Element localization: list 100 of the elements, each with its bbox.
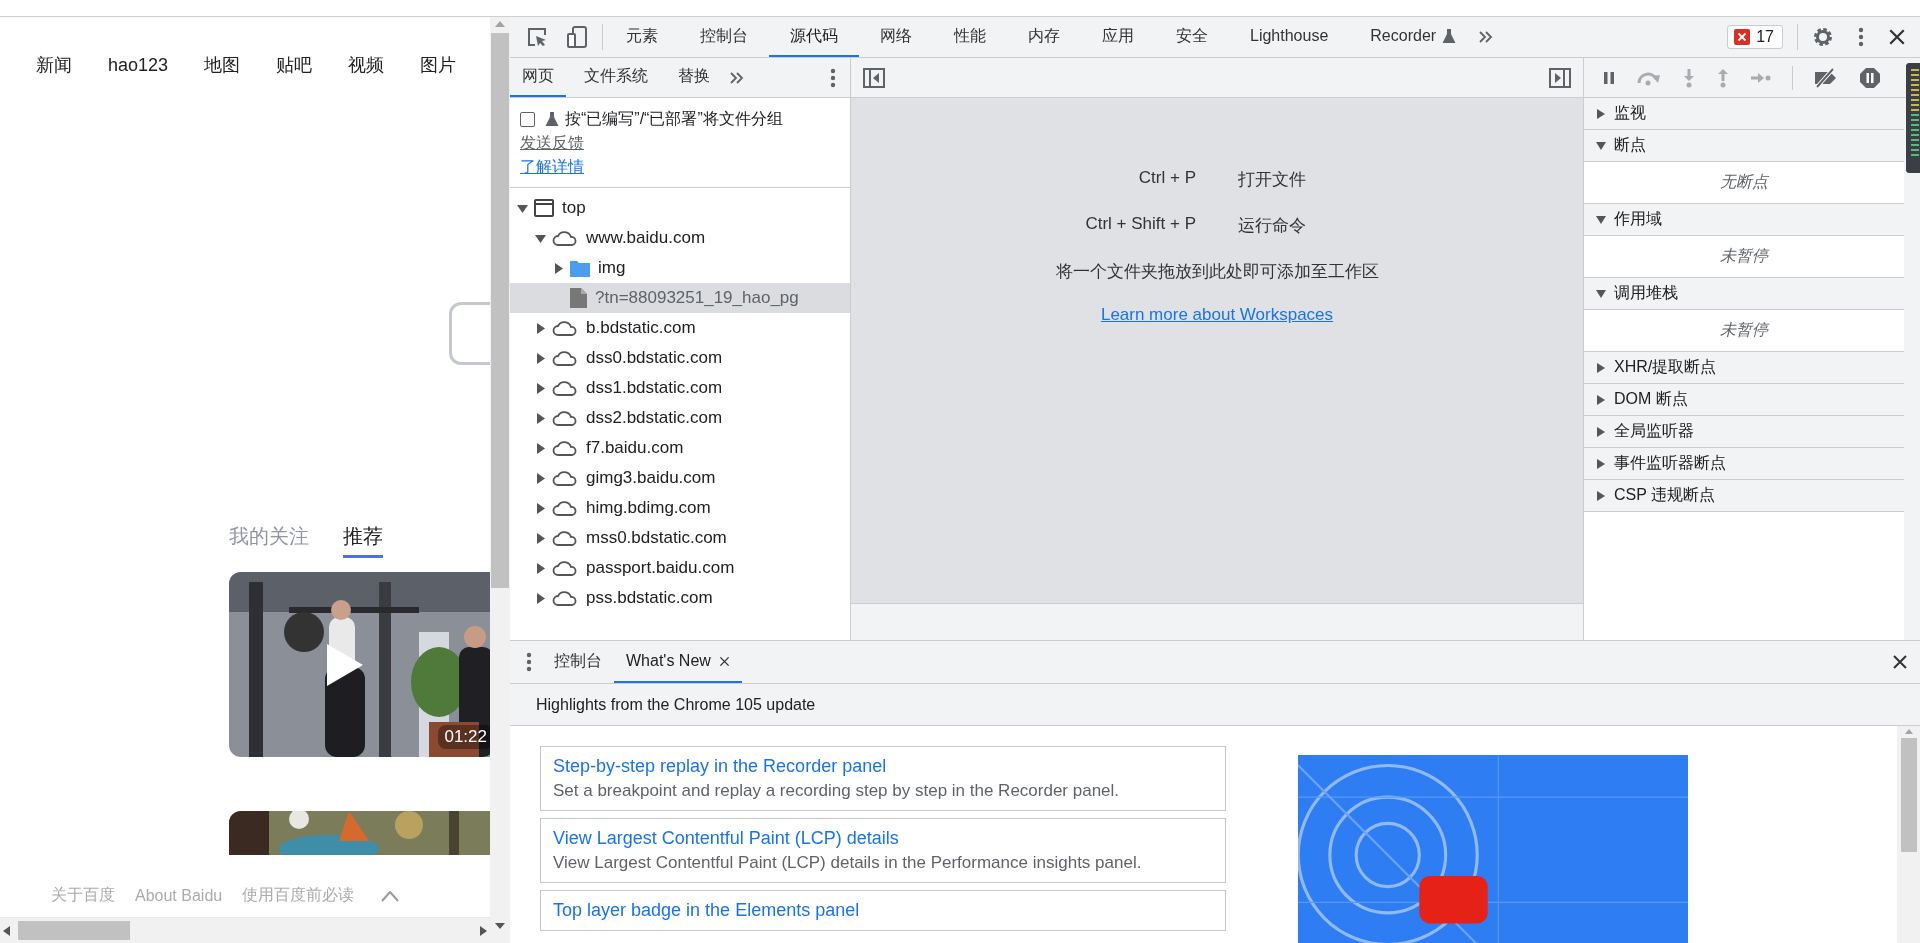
error-count-badge[interactable]: 17 (1727, 25, 1783, 49)
vertical-scrollbar[interactable] (1897, 726, 1920, 943)
tree-item[interactable]: pss.bdstatic.com (510, 583, 850, 613)
feature-card[interactable]: View Largest Contentful Paint (LCP) details View Largest Contentful Paint (LCP) details in the Performance insights panel. (540, 818, 1226, 883)
expand-arrow-icon[interactable] (1596, 394, 1606, 405)
feature-card[interactable]: Step-by-step replay in the Recorder panel Set a breakpoint and replay a recording step by step in the Recorder panel. (540, 746, 1226, 811)
collapse-arrow-icon[interactable] (516, 202, 528, 214)
horizontal-scrollbar[interactable] (0, 917, 490, 943)
nav-link[interactable]: 贴吧 (276, 54, 313, 76)
feature-title[interactable]: Step-by-step replay in the Recorder panel (553, 754, 1213, 778)
pause-icon[interactable] (1602, 70, 1616, 85)
expand-arrow-icon[interactable] (552, 262, 564, 274)
nav-link[interactable]: 视频 (348, 54, 385, 76)
more-tabs-icon[interactable] (728, 69, 744, 86)
expand-arrow-icon[interactable] (534, 352, 546, 364)
expand-arrow-icon[interactable] (534, 412, 546, 424)
expand-arrow-icon[interactable] (534, 322, 546, 334)
feed-tab[interactable]: 推荐 (343, 523, 383, 558)
collapse-arrow-icon[interactable] (1596, 288, 1606, 299)
nav-link[interactable]: 图片 (420, 54, 457, 76)
more-options-icon[interactable] (830, 67, 836, 88)
deactivate-breakpoints-icon[interactable] (1813, 67, 1839, 88)
panel-tab[interactable]: 应用 (1081, 17, 1155, 57)
tree-item[interactable]: himg.bdimg.com (510, 493, 850, 523)
tree-item[interactable]: top (510, 193, 850, 223)
tree-item[interactable]: dss0.bdstatic.com (510, 343, 850, 373)
drawer-tab[interactable]: 控制台 (542, 641, 614, 683)
panel-tab[interactable]: 控制台 (679, 17, 769, 57)
section-header[interactable]: DOM 断点 (1584, 384, 1904, 416)
panel-tab[interactable]: 内存 (1007, 17, 1081, 57)
tree-item[interactable]: dss2.bdstatic.com (510, 403, 850, 433)
expand-arrow-icon[interactable] (1596, 108, 1606, 119)
section-header[interactable]: 调用堆栈 (1584, 278, 1904, 310)
tree-item[interactable]: www.baidu.com (510, 223, 850, 253)
expand-arrow-icon[interactable] (1596, 426, 1606, 437)
pause-on-exceptions-icon[interactable] (1859, 66, 1881, 89)
expand-arrow-icon[interactable] (534, 532, 546, 544)
panel-tab[interactable]: 元素 (605, 17, 679, 57)
workspaces-link[interactable]: Learn more about Workspaces (1100, 305, 1334, 325)
nav-link[interactable]: 新闻 (36, 54, 72, 76)
tree-item[interactable]: ?tn=88093251_19_hao_pg (510, 283, 850, 313)
navigator-tab[interactable]: 文件系统 (572, 58, 660, 97)
expand-arrow-icon[interactable] (534, 382, 546, 394)
close-tab-icon[interactable] (718, 655, 730, 667)
collapse-arrow-icon[interactable] (1596, 140, 1606, 151)
inspect-icon[interactable] (526, 26, 548, 48)
tree-item[interactable]: gimg3.baidu.com (510, 463, 850, 493)
shortcut-action: 打开文件 (1238, 169, 1306, 191)
settings-icon[interactable] (1812, 26, 1834, 48)
drop-hint: 将一个文件夹拖放到此处即可添加至工作区 (1055, 261, 1379, 283)
feature-title[interactable]: Top layer badge in the Elements panel (553, 898, 1213, 922)
section-header[interactable]: XHR/提取断点 (1584, 352, 1904, 384)
tree-item[interactable]: dss1.bdstatic.com (510, 373, 850, 403)
tree-item[interactable]: passport.baidu.com (510, 553, 850, 583)
close-icon[interactable] (1888, 28, 1906, 46)
section-header[interactable]: 断点 (1584, 130, 1904, 162)
back-to-top-icon[interactable] (380, 889, 401, 902)
navigator-tab[interactable]: 替换 (666, 58, 722, 97)
expand-arrow-icon[interactable] (1596, 458, 1606, 469)
section-header[interactable]: 作用域 (1584, 204, 1904, 236)
section-header[interactable]: 全局监听器 (1584, 416, 1904, 448)
expand-arrow-icon[interactable] (534, 562, 546, 574)
learn-more-link[interactable]: 了解详情 (520, 155, 584, 179)
expand-arrow-icon[interactable] (534, 502, 546, 514)
feedback-link[interactable]: 发送反馈 (520, 131, 584, 155)
more-tabs-icon[interactable] (1477, 29, 1494, 45)
collapse-arrow-icon[interactable] (534, 232, 546, 244)
section-header[interactable]: 事件监听器断点 (1584, 448, 1904, 480)
nav-link[interactable]: hao123 (108, 54, 169, 76)
nav-link[interactable]: 地图 (204, 54, 241, 76)
folder-icon (570, 259, 590, 277)
section-header[interactable]: CSP 违规断点 (1584, 480, 1904, 512)
feature-card[interactable]: Top layer badge in the Elements panel (540, 890, 1226, 931)
checkbox[interactable] (520, 111, 535, 127)
panel-tab[interactable]: Lighthouse (1229, 17, 1350, 57)
panel-tab[interactable]: 性能 (933, 17, 1007, 57)
tree-item[interactable]: b.bdstatic.com (510, 313, 850, 343)
more-options-icon[interactable] (1858, 27, 1864, 47)
play-icon[interactable] (325, 642, 365, 688)
panel-tab[interactable]: 安全 (1155, 17, 1229, 57)
expand-arrow-icon[interactable] (534, 592, 546, 604)
feature-title[interactable]: View Largest Contentful Paint (LCP) details (553, 826, 1213, 850)
tree-item[interactable]: mss0.bdstatic.com (510, 523, 850, 553)
expand-arrow-icon[interactable] (534, 472, 546, 484)
close-drawer-icon[interactable] (1892, 654, 1908, 670)
expand-arrow-icon[interactable] (1596, 362, 1606, 373)
device-toggle-icon[interactable] (566, 25, 588, 49)
expand-arrow-icon[interactable] (1596, 490, 1606, 501)
toggle-navigator-icon[interactable] (863, 67, 885, 88)
section-header[interactable]: 监视 (1584, 98, 1904, 130)
toggle-debugger-icon[interactable] (1549, 67, 1571, 88)
panel-tab[interactable]: Recorder (1349, 17, 1478, 57)
cloud-icon (552, 499, 578, 517)
drawer-menu-icon[interactable] (526, 652, 532, 672)
tree-item[interactable]: img (510, 253, 850, 283)
expand-arrow-icon[interactable] (534, 442, 546, 454)
tree-item[interactable]: f7.baidu.com (510, 433, 850, 463)
collapse-arrow-icon[interactable] (1596, 214, 1606, 225)
panel-tab[interactable]: 网络 (859, 17, 933, 57)
navigator-tab[interactable]: 网页 (510, 58, 566, 97)
